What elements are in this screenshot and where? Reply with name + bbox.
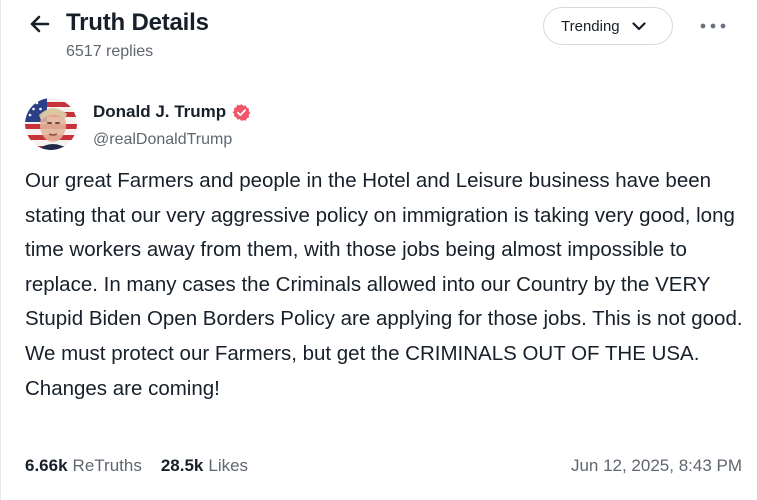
post-timestamp: Jun 12, 2025, 8:43 PM	[570, 456, 742, 475]
likes-label: Likes	[208, 456, 249, 475]
retruths-label: ReTruths	[72, 456, 142, 475]
likes-stat[interactable]: 28.5k Likes	[161, 456, 248, 476]
verified-badge-icon	[232, 103, 251, 121]
sort-dropdown[interactable]: Trending	[543, 7, 673, 45]
author-row: Donald J. Trump	[93, 102, 251, 122]
post-body: Our great Farmers and people in the Hote…	[25, 169, 743, 400]
more-options-button[interactable]	[696, 14, 730, 38]
retruths-stat[interactable]: 6.66k ReTruths	[25, 456, 142, 476]
page-header: Truth Details 6517 replies Trending	[0, 0, 757, 80]
back-button[interactable]	[26, 10, 54, 38]
sort-dropdown-label: Trending	[561, 17, 620, 35]
author-handle[interactable]: @realDonaldTrump	[93, 131, 232, 149]
likes-count: 28.5k	[160, 456, 204, 475]
author-name[interactable]: Donald J. Trump	[93, 102, 226, 122]
page-title: Truth Details	[66, 9, 209, 36]
avatar[interactable]	[25, 98, 77, 150]
post-stats: 6.66k ReTruths 28.5k Likes	[25, 456, 248, 476]
retruths-count: 6.66k	[25, 456, 68, 475]
more-horizontal-icon	[700, 23, 726, 29]
reply-count: 6517 replies	[66, 43, 154, 60]
arrow-left-icon	[30, 15, 50, 33]
chevron-down-icon	[632, 21, 646, 30]
